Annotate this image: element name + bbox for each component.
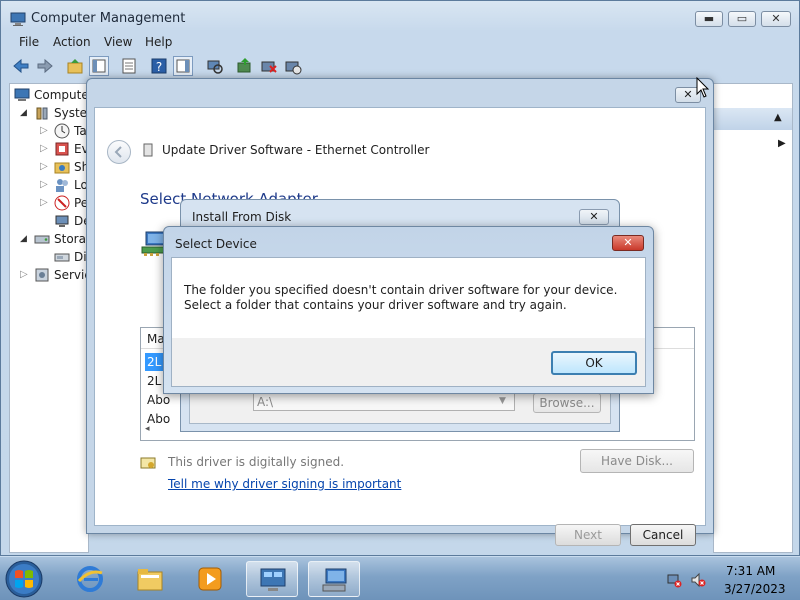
internet-explorer-icon — [76, 565, 104, 593]
actions-header[interactable]: ▲ — [714, 108, 792, 130]
taskbar-internet-explorer[interactable] — [64, 561, 116, 597]
list-item[interactable]: Abo — [147, 412, 170, 426]
computer-management-icon — [259, 566, 287, 594]
device-manager-icon — [54, 213, 70, 229]
taskbar-computer-management[interactable] — [246, 561, 298, 597]
have-disk-button[interactable]: Have Disk... — [580, 449, 694, 473]
expand-arrow-icon[interactable]: ▷ — [40, 197, 48, 208]
expand-arrow-icon[interactable]: ▷ — [20, 269, 28, 280]
digitally-signed-text: This driver is digitally signed. — [168, 455, 345, 469]
message-area: The folder you specified doesn't contain… — [172, 258, 645, 338]
next-button[interactable]: Next — [555, 524, 621, 546]
copy-files-from-combo[interactable]: A:\ ▼ — [253, 393, 515, 411]
driver-wizard-icon — [321, 566, 349, 594]
expand-arrow-icon[interactable]: ▷ — [40, 161, 48, 172]
window-title: Computer Management — [31, 11, 186, 26]
performance-icon — [54, 195, 70, 211]
actions-pane: ▲ ▶ — [713, 83, 793, 553]
disk-icon — [54, 249, 70, 265]
expand-arrow-icon[interactable]: ▷ — [40, 125, 48, 136]
clock-icon — [54, 123, 70, 139]
select-device-title: Select Device — [175, 237, 257, 251]
properties-icon[interactable] — [119, 56, 139, 76]
taskbar-media-player[interactable] — [184, 561, 236, 597]
volume-muted-icon[interactable] — [690, 572, 706, 588]
more-actions-arrow-icon[interactable]: ▶ — [778, 138, 786, 149]
menu-action[interactable]: Action — [53, 35, 91, 49]
start-button[interactable] — [4, 559, 44, 599]
back-arrow-icon[interactable] — [11, 56, 31, 76]
taskbar-device-wizard[interactable] — [308, 561, 360, 597]
show-action-pane-icon[interactable] — [173, 56, 193, 76]
list-item[interactable]: Abo — [147, 393, 170, 407]
event-viewer-icon — [54, 141, 70, 157]
toolbar: ? — [9, 55, 793, 79]
dropdown-arrow-icon[interactable]: ▼ — [499, 396, 506, 406]
expand-arrow-icon[interactable]: ▷ — [40, 179, 48, 190]
folder-icon — [136, 566, 164, 592]
signed-driver-icon — [140, 456, 156, 470]
select-device-close-button[interactable]: ✕ — [612, 235, 644, 251]
scan-hardware-icon[interactable] — [205, 56, 225, 76]
up-folder-icon[interactable] — [65, 56, 85, 76]
network-status-icon[interactable] — [666, 572, 682, 588]
services-icon — [34, 267, 50, 283]
shared-folder-icon — [54, 159, 70, 175]
close-button[interactable]: ✕ — [761, 11, 791, 27]
error-message: The folder you specified doesn't contain… — [184, 283, 618, 312]
taskbar: 7:31 AM 3/27/2023 — [0, 556, 800, 600]
storage-icon — [34, 231, 50, 247]
select-device-dialog: Select Device ✕ The folder you specified… — [163, 226, 654, 394]
mouse-cursor-icon — [696, 77, 710, 99]
update-driver-icon[interactable] — [235, 56, 255, 76]
maximize-button[interactable]: ▭ — [728, 11, 756, 27]
expand-arrow-icon[interactable]: ▷ — [40, 143, 48, 154]
users-icon — [54, 177, 70, 193]
svg-text:?: ? — [156, 60, 162, 74]
clock-date[interactable]: 3/27/2023 — [724, 582, 786, 596]
taskbar-windows-explorer[interactable] — [124, 561, 176, 597]
install-from-disk-close-button[interactable]: ✕ — [579, 209, 609, 225]
select-device-client: The folder you specified doesn't contain… — [171, 257, 646, 387]
tools-icon — [34, 105, 50, 121]
show-hide-console-tree-icon[interactable] — [89, 56, 109, 76]
menu-view[interactable]: View — [104, 35, 132, 49]
uninstall-device-icon[interactable] — [259, 56, 279, 76]
console-tree: Computer ◢ System ▷ Ta ▷ Ev ▷ Sh ▷ Lo ▷ — [9, 83, 89, 553]
computer-management-icon — [10, 11, 26, 27]
expand-arrow-icon[interactable]: ◢ — [20, 108, 27, 118]
wizard-heading: Update Driver Software - Ethernet Contro… — [162, 143, 430, 157]
minimize-button[interactable]: ▬ — [695, 11, 723, 27]
help-icon[interactable]: ? — [149, 56, 169, 76]
driver-icon — [142, 143, 154, 157]
scroll-left-icon[interactable]: ◂ — [145, 424, 150, 434]
menu-help[interactable]: Help — [145, 35, 172, 49]
menu-file[interactable]: File — [19, 35, 39, 49]
cancel-button[interactable]: Cancel — [630, 524, 696, 546]
ok-button[interactable]: OK — [551, 351, 637, 375]
clock-time[interactable]: 7:31 AM — [726, 564, 775, 578]
media-player-icon — [196, 565, 224, 593]
forward-arrow-icon[interactable] — [35, 56, 55, 76]
computer-icon — [14, 87, 30, 103]
install-from-disk-title: Install From Disk — [192, 210, 292, 224]
enable-device-icon[interactable] — [283, 56, 303, 76]
browse-button[interactable]: Browse... — [533, 393, 601, 413]
collapse-up-icon[interactable]: ▲ — [774, 112, 782, 123]
driver-signing-link[interactable]: Tell me why driver signing is important — [168, 477, 401, 491]
expand-arrow-icon[interactable]: ◢ — [20, 234, 27, 244]
wizard-back-button[interactable] — [107, 140, 131, 164]
